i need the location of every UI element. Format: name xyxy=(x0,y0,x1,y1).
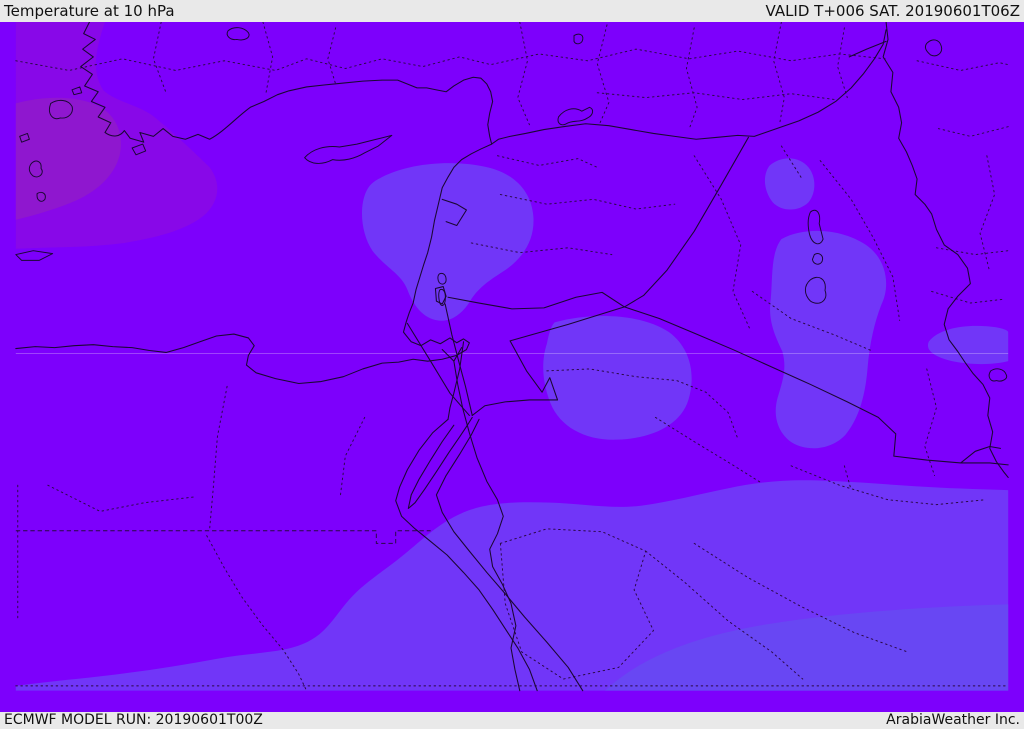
footer-bar: ECMWF MODEL RUN: 20190601T00Z ArabiaWeat… xyxy=(0,712,1024,729)
valid-time-label: VALID T+006 SAT. 20190601T06Z xyxy=(765,2,1020,20)
credit-label: ArabiaWeather Inc. xyxy=(886,712,1020,728)
region-warmer-patch-jordan xyxy=(543,316,692,440)
temperature-map xyxy=(15,22,1009,692)
weather-map-product: Temperature at 10 hPa VALID T+006 SAT. 2… xyxy=(0,0,1024,729)
map-title: Temperature at 10 hPa xyxy=(4,2,175,20)
model-run-label: ECMWF MODEL RUN: 20190601T00Z xyxy=(4,712,263,728)
map-canvas xyxy=(0,22,1024,712)
header-bar: Temperature at 10 hPa VALID T+006 SAT. 2… xyxy=(0,0,1024,22)
temperature-shading xyxy=(15,22,1009,691)
